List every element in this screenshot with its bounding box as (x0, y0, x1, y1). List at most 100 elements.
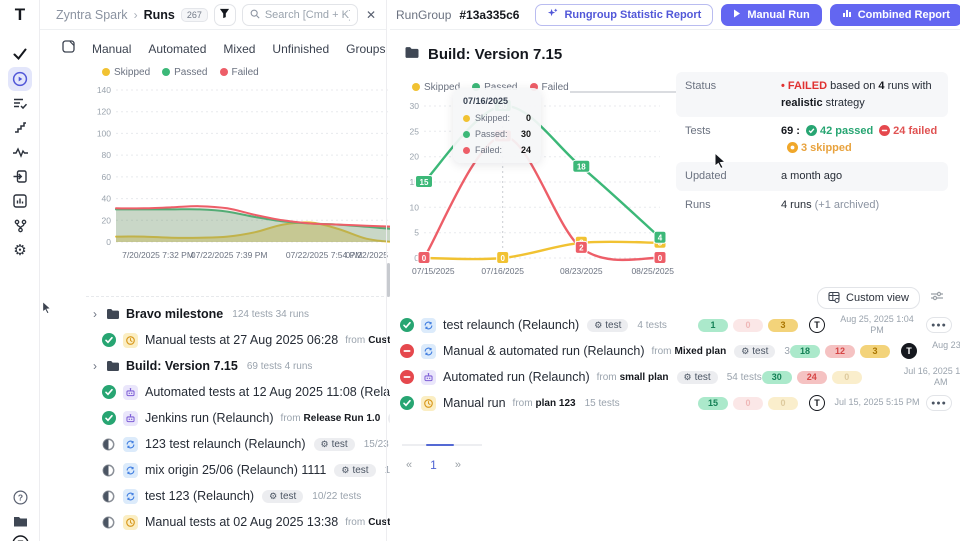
run-title[interactable]: Jenkins run (Relaunch) (145, 411, 274, 425)
app-logo[interactable]: T (0, 0, 40, 30)
sidebar-user-avatar[interactable]: T (8, 531, 32, 541)
combined-report-button[interactable]: Combined Report (830, 4, 960, 26)
sidebar-item-report[interactable] (8, 189, 32, 213)
sidebar-help-icon[interactable]: ? (8, 485, 32, 509)
legend-item[interactable]: Passed (162, 67, 207, 78)
legend-item[interactable]: Skipped (102, 67, 150, 78)
folder-title[interactable]: Build: Version 7.15 (126, 359, 238, 373)
group-run-row[interactable]: Manual run fromplan 123 15 tests 1500 T … (400, 390, 952, 416)
manual-run-button[interactable]: Manual Run (721, 4, 821, 26)
run-test-count: 15 tests (585, 398, 620, 409)
tooltip-date: 07/16/2025 (463, 96, 531, 106)
run-row[interactable]: Manual tests at 02 Aug 2025 13:38 fromCu… (80, 509, 425, 535)
settings-gear-icon: ⚙ (13, 243, 26, 258)
pill-yellow: 0 (768, 397, 798, 410)
mixed-refresh-icon (421, 318, 436, 333)
breadcrumb-runs[interactable]: Runs (144, 8, 175, 22)
folder-title[interactable]: Bravo milestone (126, 307, 223, 321)
run-row[interactable]: test 123 (Relaunch) ⚙test 10/22 tests (80, 483, 425, 509)
branch-icon (14, 219, 27, 233)
select-runs-icon[interactable] (62, 40, 75, 58)
status-passed-icon (102, 411, 117, 425)
run-date: Jul 16, 2025 10:25 AM (898, 366, 960, 389)
row-menu-button[interactable]: ●●● (926, 395, 952, 411)
run-title[interactable]: test relaunch (Relaunch) (443, 318, 579, 332)
assignee-avatar[interactable]: T (901, 343, 917, 359)
tab-automated[interactable]: Automated (148, 42, 206, 56)
chevron-right-icon[interactable]: › (88, 307, 102, 321)
sparkles-icon (547, 8, 558, 22)
run-title[interactable]: Automated run (Relaunch) (443, 370, 590, 384)
run-row[interactable]: mix origin 25/06 (Relaunch) 1111 ⚙test 1… (80, 457, 425, 483)
status-passed-icon (102, 333, 117, 347)
table-settings-icon (828, 291, 840, 306)
breadcrumb-project[interactable]: Zyntra Spark (56, 8, 128, 22)
column-settings-icon[interactable] (930, 289, 944, 307)
chevron-right-icon[interactable]: › (88, 359, 102, 373)
gear-icon: ⚙ (594, 320, 602, 331)
runs-count-badge: 267 (181, 8, 208, 22)
runs-history-chart: 0204060801001201407/20/2025 7:32 PM07/22… (86, 78, 424, 264)
folder-row[interactable]: › Bravo milestone 124 tests 34 runs (80, 301, 425, 327)
folder-row[interactable]: › Build: Version 7.15 69 tests 4 runs (80, 353, 425, 379)
sidebar-item-branch[interactable] (8, 214, 32, 238)
assignee-avatar[interactable]: T (809, 395, 825, 411)
search-clear-button[interactable]: ✕ (364, 8, 378, 22)
run-title[interactable]: 123 test relaunch (Relaunch) (145, 437, 306, 451)
svg-text:80: 80 (102, 150, 112, 160)
prev-page-button[interactable]: « (406, 459, 412, 471)
sidebar-item-import[interactable] (8, 165, 32, 189)
docs-icon (13, 515, 28, 528)
run-title[interactable]: Manual tests at 02 Aug 2025 13:38 (145, 515, 338, 529)
sidebar-item-runs[interactable] (8, 67, 32, 91)
sidebar-item-pulse[interactable] (8, 140, 32, 164)
svg-text:120: 120 (97, 107, 111, 117)
run-row[interactable]: Manual tests at 27 Aug 2025 06:28 fromCu… (80, 327, 425, 353)
from-value: Release Run 1.0 (304, 413, 381, 424)
row-menu-button[interactable]: ●●● (926, 317, 952, 333)
run-row[interactable]: Jenkins run (Relaunch) fromRelease Run 1… (80, 405, 425, 431)
run-row[interactable]: 123 test relaunch (Relaunch) ⚙test 15/23… (80, 431, 425, 457)
svg-text:08/25/2025: 08/25/2025 (631, 266, 674, 276)
run-test-count: 4 tests (637, 320, 666, 331)
statistic-report-button[interactable]: Rungroup Statistic Report (535, 4, 713, 26)
run-title[interactable]: Manual tests at 27 Aug 2025 06:28 (145, 333, 338, 347)
filter-button[interactable] (214, 4, 236, 26)
tab-manual[interactable]: Manual (92, 42, 131, 56)
import-icon (13, 170, 27, 183)
run-row[interactable]: Automated tests at 12 Aug 2025 11:08 (Re… (80, 379, 425, 405)
group-run-row[interactable]: Automated run (Relaunch) fromsmall plan … (400, 364, 952, 390)
run-title[interactable]: test 123 (Relaunch) (145, 489, 254, 503)
tab-mixed[interactable]: Mixed (223, 42, 255, 56)
chart-tooltip: 07/16/2025 Skipped:0 Passed:30 Failed:24 (453, 88, 541, 163)
mixed-refresh-icon (123, 463, 138, 478)
legend-item[interactable]: Failed (220, 67, 259, 78)
run-test-count: 10/22 tests (312, 491, 361, 502)
custom-view-button[interactable]: Custom view (817, 287, 920, 309)
page-number[interactable]: 1 (430, 458, 437, 472)
group-run-row[interactable]: Manual & automated run (Relaunch) fromMi… (400, 338, 952, 364)
tab-groups[interactable]: Groups (346, 42, 385, 56)
run-title[interactable]: Manual run (443, 396, 506, 410)
sidebar-item-steps[interactable] (8, 116, 32, 140)
run-title[interactable]: mix origin 25/06 (Relaunch) 1111 (145, 463, 326, 477)
sidebar-docs-icon[interactable] (8, 509, 32, 533)
sidebar-item-check[interactable] (8, 42, 32, 66)
sidebar-item-suites[interactable] (8, 91, 32, 115)
next-page-button[interactable]: » (455, 459, 461, 471)
search-box[interactable] (242, 4, 358, 26)
search-input[interactable] (265, 9, 350, 21)
runs-toolbar: Zyntra Spark › Runs 267 ✕ (40, 0, 386, 30)
group-details-table: Status • FAILED based on 4 runs with rea… (676, 72, 948, 219)
group-run-row[interactable]: test relaunch (Relaunch) ⚙test 4 tests 1… (400, 312, 952, 338)
status-passed-icon (400, 318, 415, 332)
run-row[interactable] (80, 535, 425, 541)
svg-text:0: 0 (500, 254, 505, 263)
run-title[interactable]: Manual & automated run (Relaunch) (443, 344, 645, 358)
assignee-avatar[interactable]: T (809, 317, 825, 333)
svg-text:15: 15 (420, 178, 429, 187)
status-inprogress-icon (102, 438, 117, 451)
sidebar-item-settings-gear[interactable]: ⚙ (8, 238, 32, 262)
tab-unfinished[interactable]: Unfinished (272, 42, 329, 56)
run-title[interactable]: Automated tests at 12 Aug 2025 11:08 (Re… (145, 385, 421, 399)
